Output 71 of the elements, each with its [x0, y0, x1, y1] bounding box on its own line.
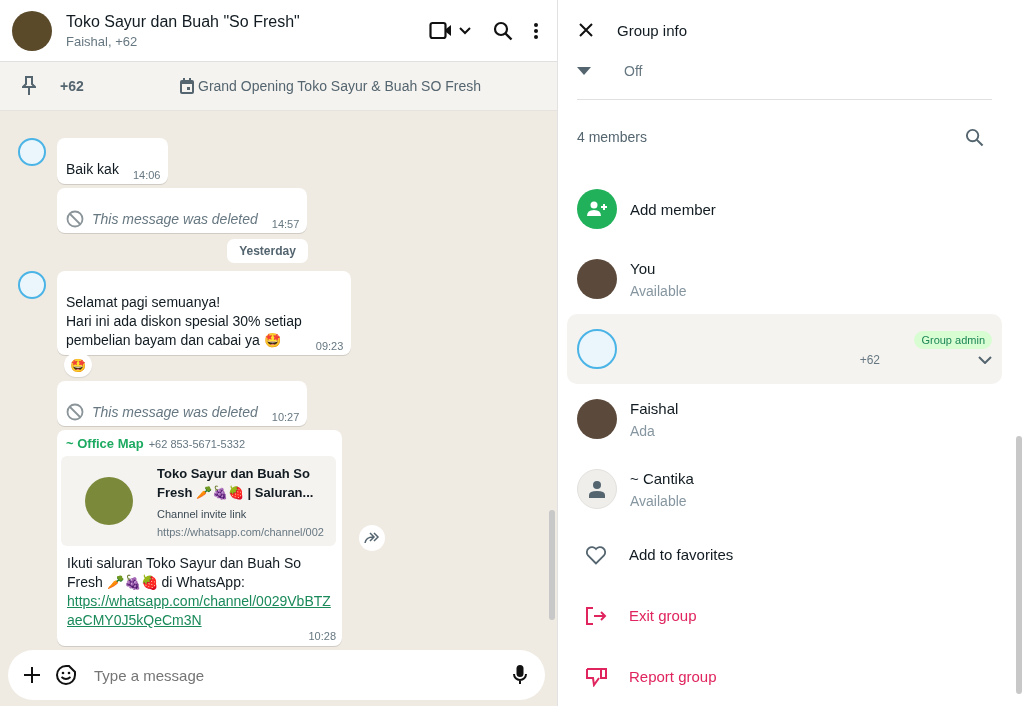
member-name: ~ Cantika: [630, 469, 695, 487]
calendar-icon: [180, 78, 194, 94]
member-status: Available: [630, 492, 688, 509]
action-button[interactable]: Exit group: [577, 585, 992, 646]
message-text: Selamat pagi semuanya! Hari ini ada diskon spesial 30% setiap pembelian bayam dan cabai ya 🤩: [66, 293, 302, 350]
default-avatar-icon: [577, 469, 617, 509]
member-count: 4 members: [577, 129, 648, 145]
member-phone: +62: [859, 353, 880, 367]
photo-placeholder: [85, 477, 133, 525]
preview-url: https://whatsapp.com/channel/002: [157, 526, 325, 538]
member-row[interactable]: ~ Cantika Available: [567, 454, 1002, 524]
message-time: 14:06: [132, 169, 161, 181]
scrollbar-thumb[interactable]: [1016, 436, 1022, 694]
message-composer[interactable]: Type a message: [8, 650, 545, 700]
double-arrow-icon: [364, 532, 380, 544]
member-name: You: [630, 259, 657, 277]
link-preview[interactable]: Toko Sayur dan Buah So Fresh 🥕🍇🍓 | Saluran... Channel invite link https://whatsapp.com/channel/002: [61, 456, 336, 546]
message-time: 09:23: [315, 340, 344, 352]
action-button[interactable]: Add to favorites: [577, 524, 992, 585]
setting-value: Off: [624, 63, 643, 79]
prohibited-icon: [66, 210, 84, 228]
avatar-photo-placeholder: [577, 399, 617, 439]
menu-icon[interactable]: [533, 21, 539, 40]
message-input[interactable]: Type a message: [92, 665, 497, 685]
message-text: Baik kak: [66, 160, 119, 179]
pinned-sender: +62: [60, 78, 85, 94]
microphone-icon[interactable]: [513, 665, 527, 685]
close-icon[interactable]: [579, 23, 593, 37]
member-name: Faishal: [630, 399, 680, 417]
preview-title: Toko Sayur dan Buah So Fresh 🥕🍇🍓 | Saluran...: [157, 465, 315, 502]
thumbs-down-icon: [585, 666, 607, 687]
heart-icon: [585, 544, 607, 565]
date-divider: Yesterday: [227, 239, 308, 263]
member-row[interactable]: Faishal Ada: [567, 384, 1002, 454]
message-text: Ikuti saluran Toko Sayur dan Buah So Fresh 🥕🍇🍓 di WhatsApp:: [67, 554, 302, 592]
action-button[interactable]: Report group: [577, 646, 992, 706]
deleted-message-text: This message was deleted: [92, 404, 258, 420]
scrollbar-thumb[interactable]: [549, 510, 555, 620]
member-row[interactable]: You Available: [567, 244, 1002, 314]
message-link[interactable]: https://whatsapp.com/channel/0029VbBTZaeCMY0J5kQeCm3N: [67, 592, 334, 630]
add-member-icon[interactable]: [577, 189, 617, 229]
panel-title: Group info: [617, 21, 688, 39]
plus-icon[interactable]: [24, 667, 40, 683]
search-icon[interactable]: [493, 20, 513, 41]
member-status: Available: [630, 282, 688, 299]
search-icon[interactable]: [965, 127, 984, 147]
avatar-placeholder: [577, 329, 617, 369]
admin-badge: Group admin: [914, 331, 992, 349]
chat-title: Toko Sayur dan Buah "So Fresh": [66, 12, 301, 31]
prohibited-icon: [66, 403, 84, 421]
sender-name[interactable]: ~ Office Map: [66, 436, 144, 451]
sender-phone: +62 853-5671-5332: [148, 438, 245, 450]
add-member-button[interactable]: Add member: [630, 200, 716, 218]
group-avatar-photo-placeholder[interactable]: [12, 10, 52, 51]
avatar-photo-placeholder: [577, 259, 617, 299]
deleted-message-text: This message was deleted: [92, 211, 258, 227]
sticker-icon[interactable]: [56, 665, 76, 685]
message-time: 10:27: [271, 411, 300, 423]
exit-icon: [585, 606, 607, 625]
setting-icon: [577, 67, 591, 75]
chat-participants: Faishal, +62: [66, 33, 139, 49]
preview-subtitle: Channel invite link: [157, 508, 248, 520]
pin-icon[interactable]: [22, 76, 36, 96]
chevron-down-icon[interactable]: [978, 356, 992, 364]
pinned-message[interactable]: Grand Opening Toko Sayur & Buah SO Fresh: [198, 78, 481, 94]
member-status: Ada: [630, 422, 656, 439]
message-time: 10:28: [307, 630, 336, 642]
message-time: 14:57: [271, 218, 300, 230]
forward-button[interactable]: [359, 525, 385, 551]
video-call-button[interactable]: [429, 20, 473, 41]
member-row[interactable]: Group admin +62: [567, 314, 1002, 384]
